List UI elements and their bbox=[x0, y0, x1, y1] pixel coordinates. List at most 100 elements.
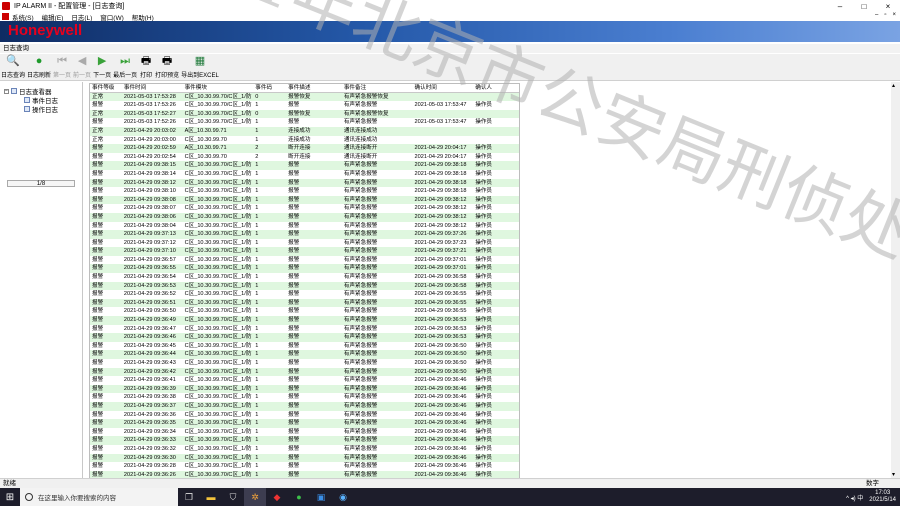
table-row[interactable]: 报警 2021-04-29 09:36:45 C区_10.30.99.70/C区_1… bbox=[90, 341, 519, 351]
column-header[interactable]: 事件模块 bbox=[183, 84, 254, 92]
table-row[interactable]: 报警 2021-04-29 09:38:06 C区_10.30.99.70/C区_1… bbox=[90, 212, 519, 222]
tray-icons[interactable]: ^ ◂) 中 bbox=[846, 493, 863, 502]
column-header[interactable]: 事件描述 bbox=[286, 84, 342, 92]
table-cell: 2021-05-03 17:53:26 bbox=[123, 102, 176, 109]
ipalarm-icon[interactable]: ✲ bbox=[244, 488, 266, 506]
table-row[interactable]: 报警 2021-04-29 09:36:36 C区_10.30.99.70/C区_1… bbox=[90, 410, 519, 420]
collapse-icon[interactable]: − bbox=[4, 88, 9, 94]
table-row[interactable]: 报警 2021-04-29 09:36:37 C区_10.30.99.70/C区_1… bbox=[90, 401, 519, 411]
table-cell: 有声紧急报警 bbox=[343, 291, 378, 298]
table-cell: 操作员 bbox=[475, 411, 493, 418]
table-row[interactable]: 正常 2021-04-29 20:03:00 C区_10.30.99.70 1 连接成功… bbox=[90, 135, 519, 145]
table-row[interactable]: 报警 2021-04-29 09:36:53 C区_10.30.99.70/C区_1… bbox=[90, 281, 519, 291]
clock[interactable]: 17:03 2021/5/14 bbox=[869, 490, 896, 504]
table-cell: C区_10.30.99.70/C区_1/防 bbox=[184, 428, 252, 435]
table-row[interactable]: 报警 2021-04-29 09:37:10 C区_10.30.99.70/C区_1… bbox=[90, 247, 519, 256]
table-row[interactable]: 报警 2021-04-29 09:37:13 C区_10.30.99.70/C区_1… bbox=[90, 230, 519, 239]
table-row[interactable]: 报警 2021-04-29 09:36:34 C区_10.30.99.70/C区_1… bbox=[90, 427, 519, 437]
table-row[interactable]: 报警 2021-04-29 09:36:33 C区_10.30.99.70/C区_1… bbox=[90, 436, 519, 445]
table-row[interactable]: 正常 2021-05-03 17:53:28 C区_10.30.99.70/C区_1… bbox=[90, 92, 519, 102]
table-row[interactable]: 报警 2021-04-29 09:36:57 C区_10.30.99.70/C区_1… bbox=[90, 255, 519, 265]
app-icon-blue[interactable]: ▣ bbox=[310, 488, 332, 506]
mdi-close-button[interactable]: × bbox=[892, 12, 896, 21]
windows-start-icon[interactable]: ⊞ bbox=[0, 488, 20, 506]
mdi-restore-button[interactable]: ▫ bbox=[884, 12, 886, 21]
taskbar-search[interactable]: 在这里输入你要搜索的内容 bbox=[20, 488, 178, 506]
first-page-icon: ⏮ bbox=[57, 55, 67, 67]
log-query-button[interactable]: 🔍 日志查询 bbox=[1, 53, 25, 80]
menu-system[interactable]: 系统(S) bbox=[12, 12, 34, 22]
column-header[interactable]: 事件备注 bbox=[342, 84, 413, 92]
table-row[interactable]: 报警 2021-04-29 09:36:30 C区_10.30.99.70/C区_1… bbox=[90, 453, 519, 463]
table-row[interactable]: 报警 2021-04-29 09:36:46 C区_10.30.99.70/C区_1… bbox=[90, 333, 519, 342]
column-header[interactable]: 事件时间 bbox=[122, 84, 183, 92]
export-excel-button[interactable]: ▦ 导出到EXCEL bbox=[181, 53, 219, 80]
table-row[interactable]: 报警 2021-04-29 09:36:51 C区_10.30.99.70/C区_1… bbox=[90, 298, 519, 308]
column-header[interactable]: 确认人 bbox=[473, 84, 519, 92]
table-row[interactable]: 报警 2021-04-29 09:36:54 C区_10.30.99.70/C区_1… bbox=[90, 273, 519, 282]
last-page-button[interactable]: ⏭ 最后一页 bbox=[113, 53, 137, 80]
menu-window[interactable]: 窗口(W) bbox=[100, 12, 123, 22]
next-page-button[interactable]: ▶ 下一页 bbox=[93, 53, 111, 80]
table-row[interactable]: 报警 2021-04-29 09:36:43 C区_10.30.99.70/C区_1… bbox=[90, 359, 519, 368]
first-page-button[interactable]: ⏮ 第一页 bbox=[53, 53, 71, 80]
table-row[interactable]: 报警 2021-04-29 09:36:38 C区_10.30.99.70/C区_1… bbox=[90, 393, 519, 402]
menu-log[interactable]: 日志(L) bbox=[71, 12, 92, 22]
app-icon-circle[interactable]: ◉ bbox=[332, 488, 354, 506]
vertical-scrollbar[interactable]: ▴ ▾ bbox=[891, 82, 900, 478]
column-header[interactable]: 事件码 bbox=[253, 84, 286, 92]
table-row[interactable]: 报警 2021-04-29 09:36:47 C区_10.30.99.70/C区_1… bbox=[90, 324, 519, 334]
table-row[interactable]: 报警 2021-04-29 09:36:32 C区_10.30.99.70/C区_1… bbox=[90, 444, 519, 454]
print-button[interactable]: 🖶 打印 bbox=[139, 53, 153, 80]
table-row[interactable]: 报警 2021-05-03 17:53:26 C区_10.30.99.70/C区_1… bbox=[90, 101, 519, 110]
menu-edit[interactable]: 编辑(E) bbox=[42, 12, 64, 22]
table-row[interactable]: 正常 2021-05-03 17:52:27 C区_10.30.99.70/C区_1… bbox=[90, 109, 519, 119]
table-cell: C区_10.30.99.70/C区_1/防 bbox=[184, 274, 252, 281]
table-row[interactable]: 正常 2021-04-29 20:03:02 A区_10.30.99.71 1 连接成功… bbox=[90, 126, 519, 136]
table-row[interactable]: 报警 2021-04-29 09:36:50 C区_10.30.99.70/C区_1… bbox=[90, 307, 519, 317]
column-header[interactable]: 事件等级 bbox=[90, 84, 122, 92]
table-cell: 通讯连接成功 bbox=[343, 136, 378, 143]
table-cell: 2021-05-03 17:52:26 bbox=[123, 119, 176, 126]
table-row[interactable]: 报警 2021-04-29 09:36:44 C区_10.30.99.70/C区_1… bbox=[90, 350, 519, 359]
table-row[interactable]: 报警 2021-04-29 09:36:42 C区_10.30.99.70/C区_1… bbox=[90, 367, 519, 377]
table-row[interactable]: 报警 2021-05-03 17:52:26 C区_10.30.99.70/C区_1… bbox=[90, 118, 519, 127]
app-icon-green[interactable]: ● bbox=[288, 488, 310, 506]
mdi-minimize-button[interactable]: – bbox=[875, 12, 878, 21]
app-icon-red[interactable]: ◆ bbox=[266, 488, 288, 506]
menu-help[interactable]: 帮助(H) bbox=[132, 12, 154, 22]
store-icon[interactable]: ⛉ bbox=[222, 488, 244, 506]
table-row[interactable]: 报警 2021-04-29 09:38:07 C区_10.30.99.70/C区_1… bbox=[90, 204, 519, 213]
table-cell: 报警恢复 bbox=[288, 110, 311, 117]
log-refresh-button[interactable]: ● 日志刷新 bbox=[27, 53, 51, 80]
scroll-up-icon[interactable]: ▴ bbox=[892, 82, 895, 89]
app-menu-icon[interactable] bbox=[2, 13, 9, 20]
close-button[interactable]: × bbox=[876, 0, 900, 12]
file-explorer-icon[interactable]: ▬ bbox=[200, 488, 222, 506]
table-row[interactable]: 报警 2021-04-29 09:36:41 C区_10.30.99.70/C区_1… bbox=[90, 376, 519, 385]
table-row[interactable]: 报警 2021-04-29 09:38:14 C区_10.30.99.70/C区_1… bbox=[90, 169, 519, 179]
table-row[interactable]: 报警 2021-04-29 09:36:39 C区_10.30.99.70/C区_1… bbox=[90, 384, 519, 394]
table-row[interactable]: 报警 2021-04-29 09:36:28 C区_10.30.99.70/C区_1… bbox=[90, 462, 519, 471]
table-row[interactable]: 报警 2021-04-29 20:02:59 A区_10.30.99.71 2 断开连接… bbox=[90, 144, 519, 153]
table-row[interactable]: 报警 2021-04-29 20:02:54 C区_10.30.99.70 2 断开连接… bbox=[90, 152, 519, 162]
table-row[interactable]: 报警 2021-04-29 09:38:04 C区_10.30.99.70/C区_1… bbox=[90, 221, 519, 231]
maximize-button[interactable]: □ bbox=[852, 0, 876, 12]
table-row[interactable]: 报警 2021-04-29 09:38:08 C区_10.30.99.70/C区_1… bbox=[90, 195, 519, 205]
table-row[interactable]: 报警 2021-04-29 09:36:35 C区_10.30.99.70/C区_1… bbox=[90, 419, 519, 428]
column-header[interactable]: 确认时间 bbox=[413, 84, 474, 92]
tree-item-operation-log[interactable]: 操作日志 bbox=[24, 104, 58, 114]
prev-page-button[interactable]: ◀ 前一页 bbox=[73, 53, 91, 80]
scroll-down-icon[interactable]: ▾ bbox=[892, 471, 895, 478]
table-row[interactable]: 报警 2021-04-29 09:36:55 C区_10.30.99.70/C区_1… bbox=[90, 264, 519, 274]
print-preview-button[interactable]: 🖶 打印预览 bbox=[155, 53, 179, 80]
table-row[interactable]: 报警 2021-04-29 09:38:15 C区_10.30.99.70/C区_1… bbox=[90, 161, 519, 170]
table-row[interactable]: 报警 2021-04-29 09:38:10 C区_10.30.99.70/C区_1… bbox=[90, 187, 519, 196]
table-cell: 操作员 bbox=[475, 308, 493, 315]
table-row[interactable]: 报警 2021-04-29 09:37:12 C区_10.30.99.70/C区_1… bbox=[90, 238, 519, 248]
table-row[interactable]: 报警 2021-04-29 09:36:49 C区_10.30.99.70/C区_1… bbox=[90, 316, 519, 325]
task-view-icon[interactable]: ❐ bbox=[178, 488, 200, 506]
table-row[interactable]: 报警 2021-04-29 09:38:12 C区_10.30.99.70/C区_1… bbox=[90, 178, 519, 188]
table-row[interactable]: 报警 2021-04-29 09:36:52 C区_10.30.99.70/C区_1… bbox=[90, 290, 519, 299]
minimize-button[interactable]: – bbox=[828, 0, 852, 12]
